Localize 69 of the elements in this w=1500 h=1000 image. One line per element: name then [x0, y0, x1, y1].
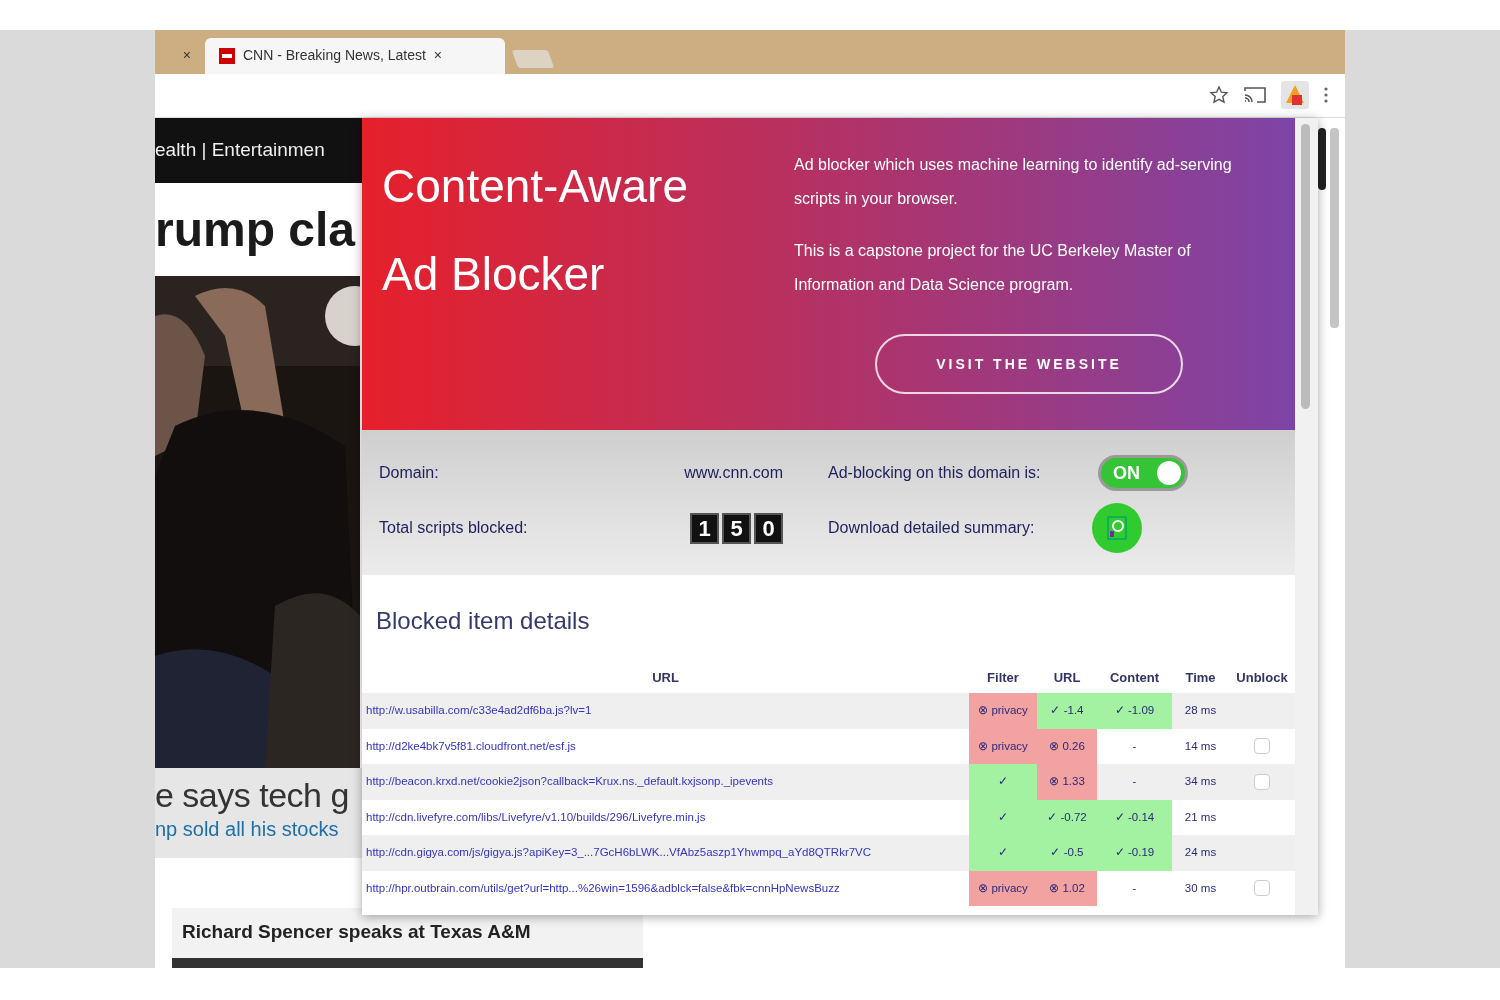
result-cell: ✓	[969, 799, 1037, 835]
table-cell: -	[1097, 764, 1172, 800]
menu-icon[interactable]	[1323, 86, 1329, 105]
table-cell: 14 ms	[1172, 728, 1229, 764]
story-link[interactable]: np sold all his stocks	[155, 814, 365, 844]
cast-icon[interactable]	[1243, 85, 1267, 106]
column-header: URL	[362, 663, 969, 693]
result-cell: ⊗ privacy	[969, 693, 1037, 729]
counter-digit: 1	[690, 512, 719, 544]
headline: rump cla	[155, 202, 357, 258]
field-label: Download detailed summary:	[827, 518, 1036, 538]
table-cell: 34 ms	[1172, 764, 1229, 800]
table-cell: 21 ms	[1172, 799, 1229, 835]
result-cell: ✓ -0.14	[1097, 799, 1172, 835]
new-tab-button[interactable]	[511, 50, 555, 68]
visit-website-button[interactable]: VISIT THE WEBSITE	[875, 334, 1183, 394]
browser-tab[interactable]: ×	[155, 38, 205, 74]
result-cell: ⊗ 0.26	[1037, 728, 1097, 764]
download-button[interactable]	[1092, 503, 1142, 553]
result-cell: ⊗ 1.33	[1037, 764, 1097, 800]
url-link[interactable]: http://w.usabilla.com/c33e4ad2df6ba.js?lv=1	[366, 704, 592, 717]
column-header: Time	[1172, 663, 1229, 693]
extension-icon[interactable]	[1281, 81, 1309, 110]
scrollbar-thumb[interactable]	[1318, 128, 1326, 190]
table-cell: -	[1097, 870, 1172, 906]
url-link[interactable]: http://cdn.livefyre.com/libs/Livefyre/v1.10/builds/296/Livefyre.min.js	[366, 810, 706, 823]
result-cell: ✓ -0.5	[1037, 835, 1097, 871]
table-cell: 28 ms	[1172, 693, 1229, 729]
result-cell: ✓ -1.09	[1097, 693, 1172, 729]
unblock-checkbox[interactable]	[1254, 880, 1270, 897]
scrollbar-thumb[interactable]	[1301, 124, 1310, 409]
description-text: This is a capstone project for the UC Berkeley Master of Information and Data Science program.	[794, 241, 1192, 295]
close-icon[interactable]: ×	[433, 45, 443, 67]
counter-digit: 5	[722, 512, 751, 544]
result-cell: ✓	[969, 835, 1037, 871]
popup-title: Content-Aware Ad Blocker	[382, 159, 689, 302]
result-cell: ✓	[969, 764, 1037, 800]
result-cell: ⊗ privacy	[969, 728, 1037, 764]
domain-value: www.cnn.com	[683, 463, 783, 483]
description-text: Ad blocker which uses machine learning to identify ad-serving scripts in your browser.	[794, 155, 1233, 209]
favicon-icon	[219, 48, 235, 64]
column-header: Filter	[969, 663, 1037, 693]
field-label: Domain:	[379, 463, 440, 483]
result-cell: ⊗ privacy	[969, 870, 1037, 906]
unblock-checkbox[interactable]	[1254, 773, 1270, 790]
chart-icon	[1105, 515, 1129, 541]
unblock-checkbox[interactable]	[1254, 738, 1270, 755]
result-cell: ⊗ 1.02	[1037, 870, 1097, 906]
result-cell: ✓ -0.19	[1097, 835, 1172, 871]
headline-caption: e says tech g	[155, 778, 349, 812]
scrollbar-thumb[interactable]	[1330, 128, 1339, 328]
table-cell: 24 ms	[1172, 835, 1229, 871]
section-title: Blocked item details	[375, 606, 591, 636]
field-label: Total scripts blocked:	[379, 518, 529, 538]
close-icon[interactable]: ×	[182, 45, 191, 67]
field-label: Ad-blocking on this domain is:	[827, 463, 1042, 483]
star-icon[interactable]	[1209, 85, 1229, 106]
result-cell: ✓ -0.72	[1037, 799, 1097, 835]
url-link[interactable]: http://hpr.outbrain.com/utils/get?url=http...%26win=1596&adblck=false&fbk=cnnHpNewsBuzz	[366, 881, 840, 894]
browser-tab[interactable]: CNN - Breaking News, Latest ×	[205, 38, 505, 74]
table-cell: -	[1097, 728, 1172, 764]
url-link[interactable]: http://d2ke4bk7v5f81.cloudfront.net/esf.js	[366, 739, 576, 752]
counter-digit: 0	[754, 512, 783, 544]
column-header: Content	[1097, 663, 1172, 693]
story-card-title[interactable]: Richard Spencer speaks at Texas A&M	[172, 908, 643, 958]
column-header: URL	[1037, 663, 1097, 693]
table-cell: 30 ms	[1172, 870, 1229, 906]
result-cell: ✓ -1.4	[1037, 693, 1097, 729]
column-header: Unblock	[1229, 663, 1295, 693]
